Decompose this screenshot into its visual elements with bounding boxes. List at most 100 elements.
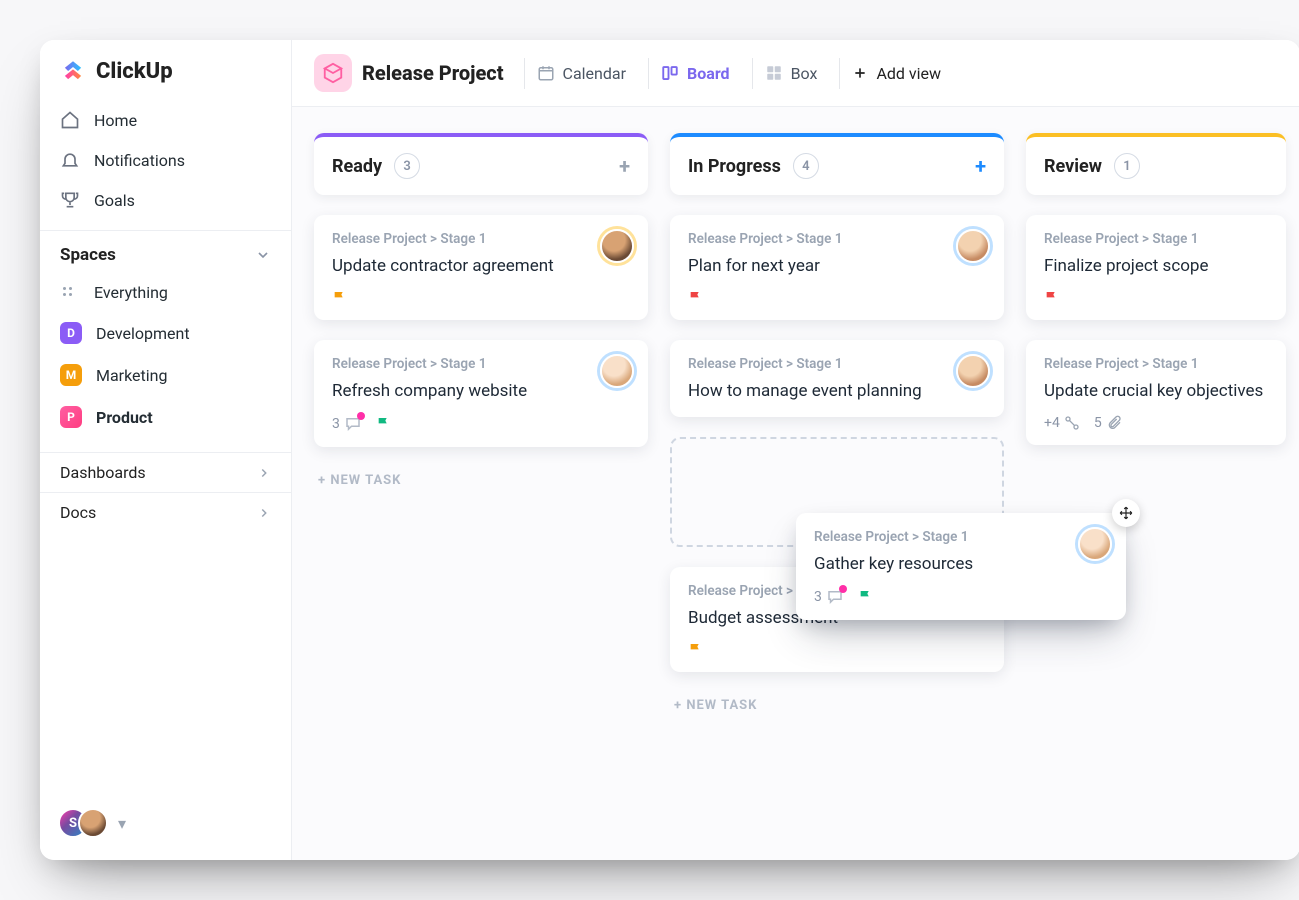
column-count: 4 (793, 153, 819, 179)
space-badge: M (60, 364, 82, 386)
nav-goals[interactable]: Goals (40, 180, 291, 220)
card-breadcrumb: Release Project > Stage 1 (1044, 231, 1268, 247)
sidebar-footer: S ▾ (40, 792, 291, 860)
task-card[interactable]: Release Project > Stage 1 Finalize proje… (1026, 215, 1286, 320)
card-title: Update crucial key objectives (1044, 380, 1268, 403)
flag-icon[interactable] (688, 642, 704, 658)
nav-label: Goals (94, 191, 135, 210)
flag-icon[interactable] (858, 589, 874, 605)
flag-icon[interactable] (1044, 290, 1060, 306)
board-icon (661, 64, 679, 82)
card-title: Gather key resources (814, 553, 1108, 576)
add-view-label: Add view (876, 64, 941, 83)
nav-docs[interactable]: Docs (40, 492, 291, 532)
add-view-button[interactable]: Add view (839, 58, 953, 89)
bell-icon (60, 150, 80, 170)
card-breadcrumb: Release Project > Stage 1 (332, 231, 630, 247)
view-label: Calendar (563, 64, 626, 83)
space-badge: P (60, 406, 82, 428)
logo[interactable]: ClickUp (40, 40, 291, 100)
box-icon (765, 64, 783, 82)
project-title: Release Project (362, 61, 504, 85)
column-header[interactable]: Ready 3 + (314, 133, 648, 195)
trophy-icon (60, 190, 80, 210)
flag-icon[interactable] (376, 416, 392, 432)
flag-icon[interactable] (688, 290, 704, 306)
view-box[interactable]: Box (752, 58, 830, 89)
nav-label: Docs (60, 503, 96, 522)
app-window: ClickUp Home Notifications Goals Spaces … (40, 40, 1299, 860)
task-card[interactable]: Release Project > Stage 1 Plan for next … (670, 215, 1004, 320)
main: Release Project Calendar Board Box Add v… (292, 40, 1299, 860)
nav-home[interactable]: Home (40, 100, 291, 140)
caret-down-icon[interactable]: ▾ (118, 814, 126, 833)
view-board[interactable]: Board (648, 58, 742, 89)
card-breadcrumb: Release Project > Stage 1 (332, 356, 630, 372)
move-icon[interactable] (1112, 499, 1140, 527)
column-title: In Progress (688, 156, 781, 177)
add-card-button[interactable]: + (975, 154, 986, 178)
task-card[interactable]: Release Project > Stage 1 Update contrac… (314, 215, 648, 320)
sidebar: ClickUp Home Notifications Goals Spaces … (40, 40, 292, 860)
view-label: Box (791, 64, 818, 83)
plus-icon (852, 65, 868, 81)
column-title: Ready (332, 156, 382, 177)
space-label: Everything (94, 283, 168, 302)
avatar-stack[interactable]: S (58, 808, 108, 838)
space-label: Product (96, 408, 153, 427)
flag-icon[interactable] (332, 290, 348, 306)
logo-text: ClickUp (96, 59, 173, 84)
assignee-avatar[interactable] (956, 354, 990, 388)
column-header[interactable]: In Progress 4 + (670, 133, 1004, 195)
space-development[interactable]: D Development (40, 312, 291, 354)
topbar: Release Project Calendar Board Box Add v… (292, 40, 1299, 107)
card-title: Update contractor agreement (332, 255, 630, 278)
column-ready: Ready 3 + Release Project > Stage 1 Upda… (314, 133, 648, 834)
assignee-avatar[interactable] (956, 229, 990, 263)
unread-dot-icon (357, 412, 365, 420)
nav-dashboards[interactable]: Dashboards (40, 452, 291, 492)
new-task-button[interactable]: + NEW TASK (670, 692, 1004, 719)
chevron-right-icon (257, 506, 271, 520)
task-card[interactable]: Release Project > Stage 1 Update crucial… (1026, 340, 1286, 445)
card-breadcrumb: Release Project > Stage 1 (688, 356, 986, 372)
assignee-avatar[interactable] (1078, 527, 1112, 561)
add-card-button[interactable]: + (619, 154, 630, 178)
home-icon (60, 110, 80, 130)
column-header[interactable]: Review 1 (1026, 133, 1286, 195)
calendar-icon (537, 64, 555, 82)
view-calendar[interactable]: Calendar (524, 58, 638, 89)
spaces-header-label: Spaces (60, 245, 116, 265)
card-title: Finalize project scope (1044, 255, 1268, 278)
assignee-avatar[interactable] (600, 229, 634, 263)
project-icon (314, 54, 352, 92)
space-everything[interactable]: Everything (40, 273, 291, 312)
card-breadcrumb: Release Project > Stage 1 (814, 529, 1108, 545)
board: Ready 3 + Release Project > Stage 1 Upda… (292, 107, 1299, 860)
task-card[interactable]: Release Project > Stage 1 Refresh compan… (314, 340, 648, 447)
grid-icon (60, 284, 80, 302)
task-card[interactable]: Release Project > Stage 1 How to manage … (670, 340, 1004, 417)
logo-icon (60, 58, 86, 84)
space-badge: D (60, 322, 82, 344)
comments-count[interactable]: 3 (332, 415, 362, 433)
comments-count[interactable]: 3 (814, 588, 844, 606)
card-title: Refresh company website (332, 380, 630, 403)
space-marketing[interactable]: M Marketing (40, 354, 291, 396)
subtasks-count[interactable]: +4 (1044, 415, 1080, 431)
column-review: Review 1 Release Project > Stage 1 Final… (1026, 133, 1286, 834)
card-breadcrumb: Release Project > Stage 1 (1044, 356, 1268, 372)
column-in-progress: In Progress 4 + Release Project > Stage … (670, 133, 1004, 834)
spaces-header[interactable]: Spaces (40, 230, 291, 273)
card-title: How to manage event planning (688, 380, 986, 403)
card-title: Plan for next year (688, 255, 986, 278)
dragging-card[interactable]: Release Project > Stage 1 Gather key res… (796, 513, 1126, 620)
space-product[interactable]: P Product (40, 396, 291, 438)
nav-notifications[interactable]: Notifications (40, 140, 291, 180)
column-count: 1 (1114, 153, 1140, 179)
attachments-count[interactable]: 5 (1094, 415, 1122, 431)
new-task-button[interactable]: + NEW TASK (314, 467, 648, 494)
unread-dot-icon (839, 585, 847, 593)
assignee-avatar[interactable] (600, 354, 634, 388)
card-breadcrumb: Release Project > Stage 1 (688, 231, 986, 247)
